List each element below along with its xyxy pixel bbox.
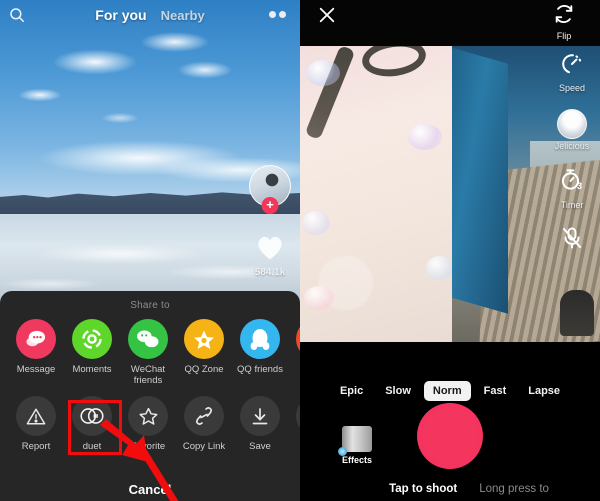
weibo-icon <box>296 319 300 359</box>
feed-panel: For you Nearby + 584.1k Share to Message… <box>0 0 300 501</box>
bubble <box>304 286 334 310</box>
penguin-icon <box>240 319 280 359</box>
two-dots-icon[interactable] <box>269 11 286 18</box>
timer-stopwatch-icon: 3 <box>561 169 582 191</box>
feed-topbar: For you Nearby <box>0 0 300 30</box>
tap-to-shoot-label: Tap to shoot <box>389 483 458 495</box>
aperture-icon <box>72 319 112 359</box>
share-label: W <box>288 364 300 375</box>
share-item-favorite[interactable]: Favorite <box>120 396 176 452</box>
share-label: WeChat friends <box>130 364 166 386</box>
share-item-duet[interactable]: duet <box>64 396 120 452</box>
share-label: QQ friends <box>237 364 283 375</box>
bubble <box>306 60 340 86</box>
warning-triangle-icon <box>16 396 56 436</box>
share-item-moments[interactable]: Moments <box>64 319 120 386</box>
chat-bubbles-icon <box>16 319 56 359</box>
bubble-wand <box>304 46 356 141</box>
effects-label: Effects <box>341 455 372 465</box>
link-chain-icon <box>184 396 224 436</box>
share-item-live[interactable]: Liv <box>288 396 300 452</box>
share-item-weibo[interactable]: W <box>288 319 300 386</box>
camera-bottom-bar: Effects Tap to shoot Long press to <box>300 403 600 501</box>
speed-gauge-icon <box>562 54 582 74</box>
effects-sparkle-icon <box>338 426 372 456</box>
speed-option-slow[interactable]: Slow <box>376 381 420 401</box>
microphone-off-icon <box>563 227 581 249</box>
timer-tool[interactable]: 3 Timer <box>548 167 596 210</box>
share-item-qq-friends[interactable]: QQ friends <box>232 319 288 386</box>
beautify-avatar-icon <box>557 109 587 139</box>
flip-label: Flip <box>556 31 572 41</box>
close-x-icon[interactable] <box>318 6 336 24</box>
cancel-button[interactable]: Cancel <box>0 482 300 497</box>
share-label: Save <box>249 441 271 452</box>
share-sheet: Share to Message Moments WeChat friends … <box>0 291 300 501</box>
share-label: Moments <box>72 364 112 375</box>
speed-tool[interactable]: Speed <box>548 52 596 93</box>
share-item-qq-zone[interactable]: QQ Zone <box>176 319 232 386</box>
share-item-report[interactable]: Report <box>8 396 64 452</box>
share-label: Report <box>21 441 51 452</box>
share-item-copy-link[interactable]: Copy Link <box>176 396 232 452</box>
shoot-hints: Tap to shoot Long press to <box>300 483 600 495</box>
speed-selector: Epic Slow Norm Fast Lapse <box>300 381 600 401</box>
person-silhouette <box>560 290 594 336</box>
app-screenshot: For you Nearby + 584.1k Share to Message… <box>0 0 600 501</box>
video-action-rail: + 584.1k <box>246 165 294 278</box>
share-item-wechat-friends[interactable]: WeChat friends <box>120 319 176 386</box>
download-icon <box>240 396 280 436</box>
tab-for-you[interactable]: For you <box>95 7 146 23</box>
camera-topbar: Flip <box>300 0 600 46</box>
tab-nearby[interactable]: Nearby <box>161 8 205 23</box>
microphone-toggle[interactable] <box>548 226 596 255</box>
blue-train <box>452 46 508 314</box>
share-label: duet <box>82 441 102 452</box>
star-icon <box>184 319 224 359</box>
camera-duet-panel: Flip Speed Jelicious 3 Timer Epic Slow N… <box>300 0 600 501</box>
search-icon[interactable] <box>8 6 26 24</box>
beautify-label: Jelicious <box>554 141 590 151</box>
share-item-save[interactable]: Save <box>232 396 288 452</box>
speed-option-epic[interactable]: Epic <box>331 381 372 401</box>
flip-camera-icon <box>555 5 573 23</box>
share-sheet-title: Share to <box>130 300 170 311</box>
timer-label: Timer <box>560 200 584 210</box>
share-row-apps: Message Moments WeChat friends QQ Zone Q… <box>0 319 300 386</box>
share-label: Liv <box>288 441 300 452</box>
share-label: Message <box>16 364 56 375</box>
speed-option-norm[interactable]: Norm <box>423 381 471 401</box>
bubble <box>426 256 454 280</box>
flip-camera-button[interactable]: Flip <box>544 3 584 41</box>
record-button[interactable] <box>417 403 483 469</box>
wechat-icon <box>128 319 168 359</box>
follow-button[interactable]: + <box>261 197 279 214</box>
avatar[interactable]: + <box>249 165 291 214</box>
effects-button[interactable]: Effects <box>332 426 382 465</box>
share-label: QQ Zone <box>184 364 224 375</box>
camera-tools-rail: Speed Jelicious 3 Timer <box>548 52 596 271</box>
share-label: Favorite <box>130 441 166 452</box>
long-press-label: Long press to <box>479 483 549 495</box>
speed-option-lapse[interactable]: Lapse <box>519 381 569 401</box>
feed-tabs: For you Nearby <box>95 7 204 23</box>
bubble <box>302 211 330 235</box>
svg-text:3: 3 <box>577 181 582 191</box>
duet-two-circles-icon <box>72 396 112 436</box>
beautify-tool[interactable]: Jelicious <box>548 109 596 151</box>
live-icon <box>296 396 300 436</box>
speed-label: Speed <box>558 83 586 93</box>
star-outline-icon <box>128 396 168 436</box>
bubble <box>408 124 442 150</box>
like-count: 584.1k <box>254 267 286 278</box>
duet-preview-left <box>300 46 454 342</box>
share-label: Copy Link <box>182 441 226 452</box>
share-item-message[interactable]: Message <box>8 319 64 386</box>
share-row-actions: Report duet Favorite Copy Link Save <box>0 396 300 452</box>
heart-icon <box>258 236 282 260</box>
speed-option-fast[interactable]: Fast <box>475 381 516 401</box>
bubble-wand-ring <box>359 46 429 81</box>
like-button[interactable]: 584.1k <box>246 233 294 278</box>
